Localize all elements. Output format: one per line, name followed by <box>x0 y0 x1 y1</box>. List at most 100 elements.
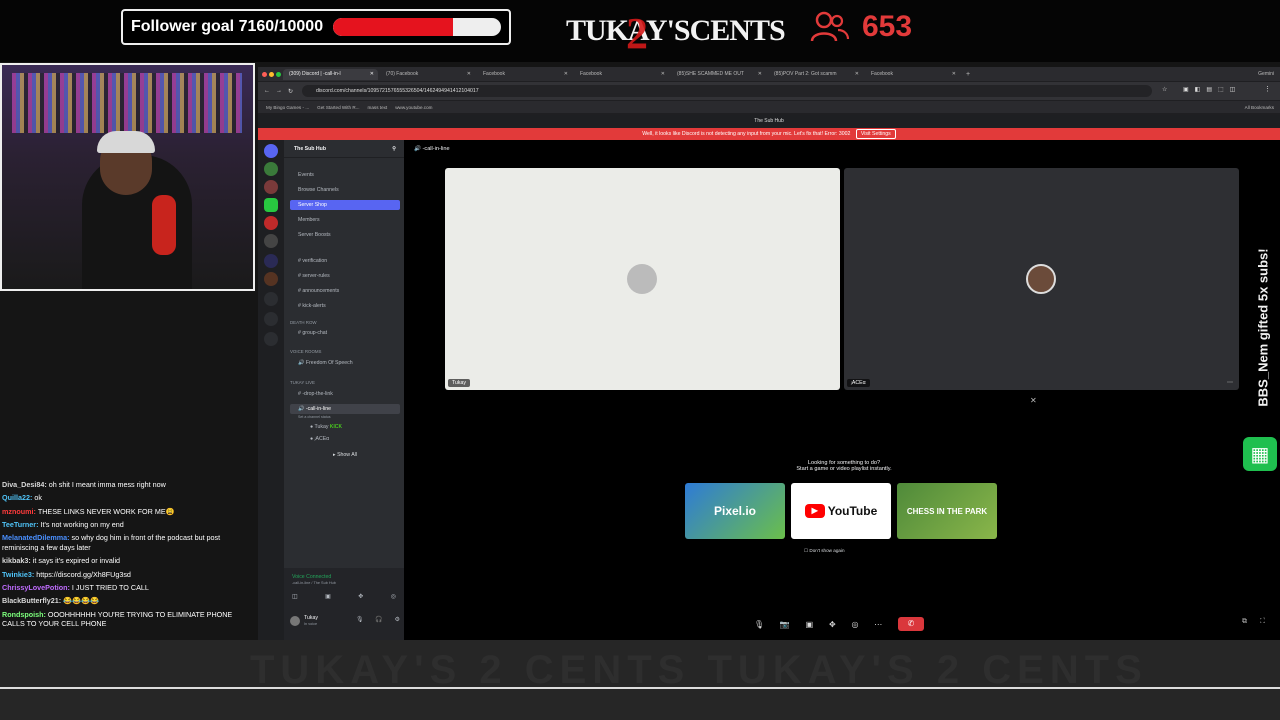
reload-icon[interactable]: ↻ <box>288 88 293 95</box>
bookmark-item[interactable]: My Bingo Games - ... <box>266 105 309 110</box>
channel-announcements[interactable]: # announcements <box>290 286 400 296</box>
channel-freedom-of-speech[interactable]: 🔊 Freedom Of Speech <box>290 358 400 368</box>
category-tukay-live[interactable]: TuKaY Live <box>290 380 315 385</box>
nav-events[interactable]: Events <box>290 170 400 180</box>
bookmark-item[interactable]: www.youtube.com <box>395 105 432 110</box>
popout-icon[interactable]: ⧉ <box>1242 618 1247 626</box>
close-tab-icon[interactable]: ✕ <box>370 71 374 77</box>
chat-username[interactable]: ChrissyLovePotion: <box>2 583 70 592</box>
close-icon[interactable]: ✕ <box>1030 396 1037 405</box>
new-tab-button[interactable]: + <box>966 71 970 78</box>
back-icon[interactable]: ← <box>264 88 270 94</box>
chat-username[interactable]: Diva_Desi84: <box>2 480 47 489</box>
camera-icon[interactable]: ◫ <box>292 593 298 600</box>
server-icon[interactable] <box>264 162 278 176</box>
server-icon[interactable] <box>264 216 278 230</box>
browser-tab[interactable]: (85)SHE SCAMMED ME OUT ✕ <box>671 69 766 80</box>
dont-show-again-checkbox[interactable]: ☐ Don't show again <box>804 548 845 554</box>
server-icon[interactable] <box>264 234 278 248</box>
soundboard-icon[interactable]: ◎ <box>391 593 396 600</box>
minimize-window-button[interactable] <box>269 71 274 77</box>
direct-messages-icon[interactable] <box>264 144 278 158</box>
forward-icon[interactable]: → <box>276 88 282 94</box>
chat-username[interactable]: TeeTurner: <box>2 520 38 529</box>
close-tab-icon[interactable]: ✕ <box>564 71 568 77</box>
chat-username[interactable]: kikbak3: <box>2 556 31 565</box>
browser-tab[interactable]: Facebook ✕ <box>574 69 669 80</box>
category-voice-rooms[interactable]: Voice Rooms <box>290 349 321 354</box>
activity-card-pixelio[interactable]: Pixel.io <box>685 483 785 539</box>
invite-icon[interactable]: ⚲ <box>392 140 396 158</box>
download-apps-icon[interactable] <box>264 332 278 346</box>
channel-kick-alerts[interactable]: # kick-alerts <box>290 301 400 311</box>
extension-icons[interactable]: ▣◧▤⬚◫ <box>1183 86 1241 93</box>
close-window-button[interactable] <box>262 71 267 77</box>
channel-status[interactable]: Set a channel status <box>290 412 400 422</box>
close-tab-icon[interactable]: ✕ <box>467 71 471 77</box>
browser-tab[interactable]: (309) Discord | -call-in-l ✕ <box>283 68 378 80</box>
chat-username[interactable]: Twinkie3: <box>2 570 34 579</box>
channel-group-chat[interactable]: # group-chat <box>290 328 400 338</box>
end-call-button[interactable]: ✆ <box>897 617 924 631</box>
bookmark-star-icon[interactable]: ☆ <box>1162 86 1167 93</box>
server-icon[interactable] <box>264 180 278 194</box>
activity-card-youtube[interactable]: ▶ YouTube <box>791 483 891 539</box>
close-tab-icon[interactable]: ✕ <box>661 71 665 77</box>
channel-server-rules[interactable]: # server-rules <box>290 271 400 281</box>
channel-drop-the-link[interactable]: # -drop-the-link <box>290 389 400 399</box>
bookmark-item[interactable]: Get Started With R... <box>317 105 359 110</box>
visit-settings-button[interactable]: Visit Settings <box>855 129 896 139</box>
more-options-icon[interactable]: ⋯ <box>874 620 882 629</box>
all-bookmarks[interactable]: All Bookmarks <box>1245 105 1274 110</box>
screen-share-icon[interactable]: ▣ <box>325 593 331 600</box>
activity-card-chess[interactable]: CHESS IN THE PARK <box>897 483 997 539</box>
explore-servers-icon[interactable] <box>264 312 278 326</box>
mute-icon[interactable]: 🎙 <box>356 616 364 623</box>
settings-gear-icon[interactable]: ⚙ <box>395 616 400 623</box>
channel-label: verification <box>302 258 328 264</box>
browser-tab[interactable]: (85)POV Part 2: Got scamm ✕ <box>768 69 863 80</box>
browser-tab[interactable]: Facebook ✕ <box>477 69 572 80</box>
video-tile-ace[interactable]: ⱼACEα ⋯ <box>844 168 1239 390</box>
voice-user-ace[interactable]: ● ⱼACEα <box>290 434 400 444</box>
close-tab-icon[interactable]: ✕ <box>758 71 762 77</box>
chat-username[interactable]: MelanatedDilemma: <box>2 533 70 542</box>
server-name[interactable]: The Sub Hub ⚲ <box>284 140 404 158</box>
video-tile-tukay[interactable]: Tukay <box>445 168 840 390</box>
browser-tab[interactable]: (70) Facebook ✕ <box>380 69 475 80</box>
browser-menu-icon[interactable]: ⋮ <box>1264 85 1271 93</box>
chat-username[interactable]: Rondspoish: <box>2 610 46 619</box>
gemini-button[interactable]: Gemini <box>1258 71 1274 77</box>
category-death-row[interactable]: DEATH ROW <box>290 320 317 325</box>
nav-server-boosts[interactable]: Server Boosts <box>290 230 400 240</box>
add-server-icon[interactable] <box>264 292 278 306</box>
nav-server-shop[interactable]: Server Shop <box>290 200 400 210</box>
address-bar[interactable]: discord.com/channels/1095721576555326504… <box>302 85 1152 97</box>
activities-icon[interactable]: ✥ <box>829 620 836 629</box>
chat-username[interactable]: mznoumi: <box>2 507 36 516</box>
fullscreen-icon[interactable]: ⛶ <box>1260 618 1265 626</box>
tile-more-icon[interactable]: ⋯ <box>1227 379 1233 386</box>
bookmark-item[interactable]: mass text <box>368 105 388 110</box>
nav-browse-channels[interactable]: Browse Channels <box>290 185 400 195</box>
deafen-icon[interactable]: 🎧 <box>375 616 382 623</box>
channel-verification[interactable]: # verification <box>290 256 400 266</box>
server-icon-active[interactable] <box>264 198 278 212</box>
chat-username[interactable]: BlackButterfly21: <box>2 596 61 605</box>
show-all-button[interactable]: ▸ Show All <box>290 450 400 460</box>
chat-username[interactable]: Quilla22: <box>2 493 32 502</box>
voice-user-tukay[interactable]: ● Tukay KICK <box>290 422 400 432</box>
nav-members[interactable]: Members <box>290 215 400 225</box>
camera-icon[interactable]: 📷 <box>780 620 790 629</box>
close-tab-icon[interactable]: ✕ <box>855 71 859 77</box>
browser-tab[interactable]: Facebook ✕ <box>865 69 960 80</box>
microphone-icon[interactable]: 🎙 <box>754 620 764 629</box>
screen-share-icon[interactable]: ▣ <box>806 620 814 629</box>
close-tab-icon[interactable]: ✕ <box>952 71 956 77</box>
server-icon[interactable] <box>264 254 278 268</box>
avatar[interactable] <box>290 616 300 626</box>
activities-icon[interactable]: ✥ <box>358 593 363 600</box>
mic-warning-text: Well, it looks like Discord is not detec… <box>642 131 851 137</box>
soundboard-icon[interactable]: ◎ <box>851 620 858 629</box>
server-icon[interactable] <box>264 272 278 286</box>
